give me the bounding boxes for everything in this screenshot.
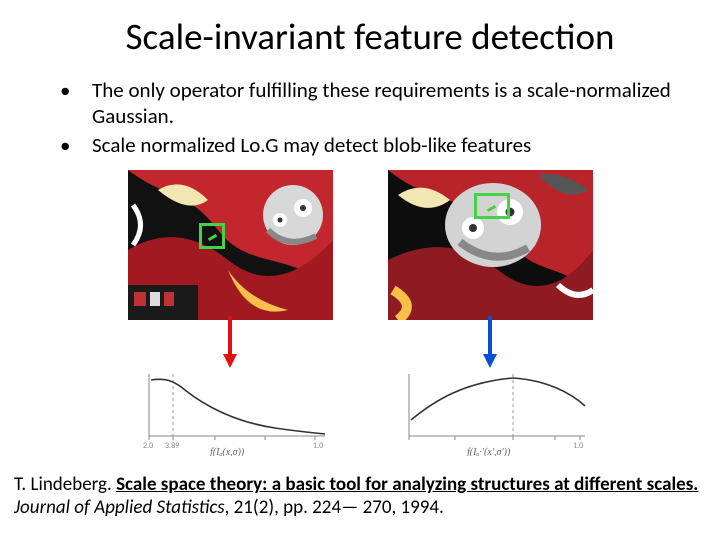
feature-marker-left xyxy=(199,223,225,249)
figure-panel-left: 2.0 3.89 1.0 f(Iₐ(x,σ)) xyxy=(125,170,335,456)
example-image-left xyxy=(128,170,333,320)
feature-marker-right xyxy=(474,193,510,219)
citation-author: T. Lindeberg. xyxy=(14,473,112,496)
figure-panel-right: 1.0 f(Iₐ·′(x′,σ′)) xyxy=(385,170,595,456)
citation: T. Lindeberg. Scale space theory: a basi… xyxy=(14,474,706,520)
svg-text:2.0: 2.0 xyxy=(143,441,153,451)
svg-text:f(Iₐ(x,σ)): f(Iₐ(x,σ)) xyxy=(210,447,245,456)
citation-details: , 21(2), pp. 224— 270, 1994. xyxy=(225,496,444,519)
bullet-item: Scale normalized Lo.G may detect blob-li… xyxy=(50,132,680,158)
arrow-down-icon xyxy=(227,316,233,368)
svg-text:3.89: 3.89 xyxy=(165,441,179,451)
arrow-down-icon xyxy=(487,316,493,368)
bullet-list: The only operator fulfilling these requi… xyxy=(0,77,720,158)
bullet-item: The only operator fulfilling these requi… xyxy=(50,77,680,130)
citation-title: Scale space theory: a basic tool for ana… xyxy=(116,473,698,496)
svg-text:1.0: 1.0 xyxy=(313,441,323,451)
citation-journal: Journal of Applied Statistics xyxy=(14,496,225,519)
response-curve-left: 2.0 3.89 1.0 f(Iₐ(x,σ)) xyxy=(125,366,335,456)
example-image-right xyxy=(388,170,593,320)
response-curve-right: 1.0 f(Iₐ·′(x′,σ′)) xyxy=(385,366,595,456)
svg-text:f(Iₐ·′(x′,σ′)): f(Iₐ·′(x′,σ′)) xyxy=(467,447,511,456)
figure-row: 2.0 3.89 1.0 f(Iₐ(x,σ)) xyxy=(0,170,720,456)
slide-title: Scale-invariant feature detection xyxy=(0,0,720,59)
svg-text:1.0: 1.0 xyxy=(573,441,583,451)
